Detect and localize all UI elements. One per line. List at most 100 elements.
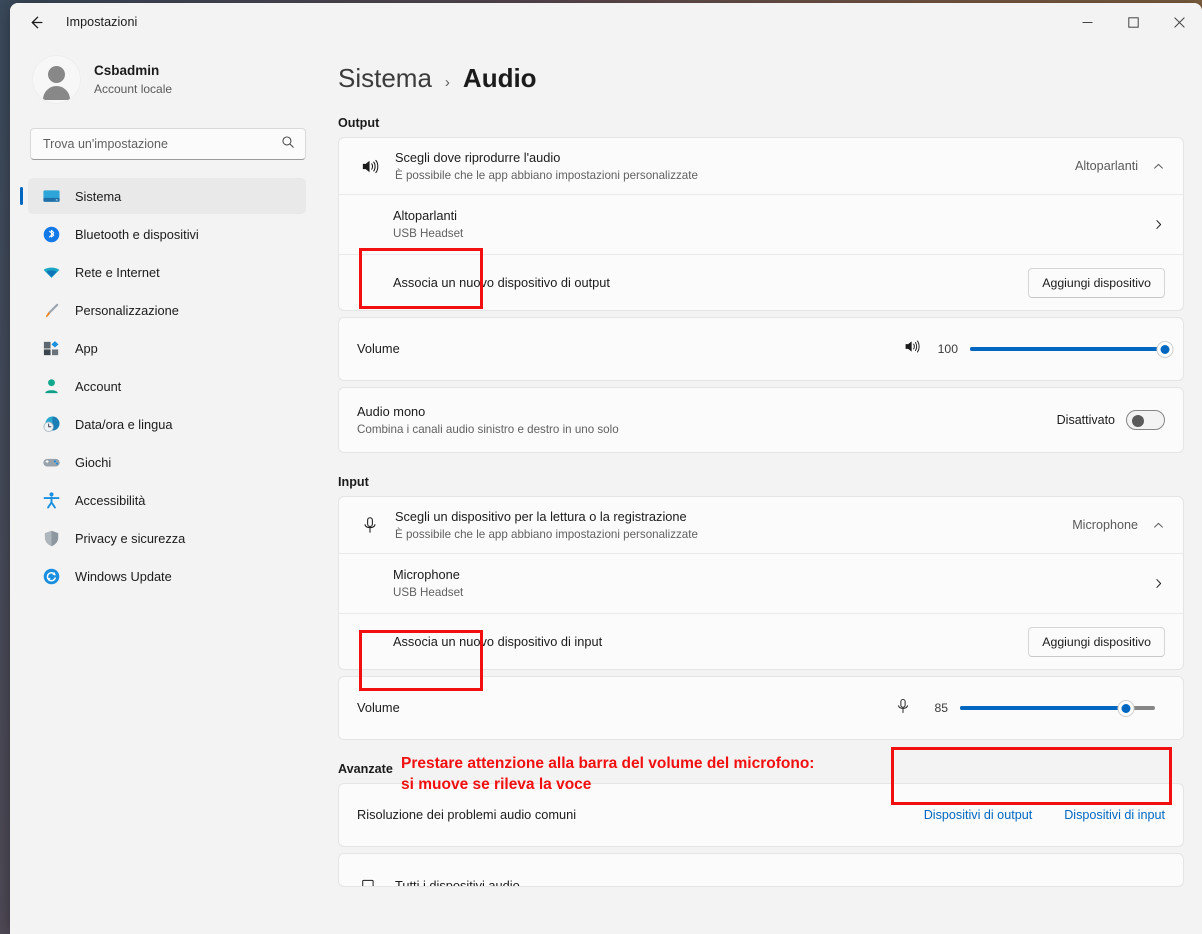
input-device-card: Scegli un dispositivo per la lettura o l…	[338, 496, 1184, 670]
wifi-icon	[42, 263, 61, 282]
sidebar-item-label: Accessibilità	[75, 492, 146, 508]
sidebar-item-label: Bluetooth e dispositivi	[75, 226, 199, 242]
output-volume-title: Volume	[357, 341, 400, 357]
section-label-output: Output	[338, 116, 380, 130]
sidebar-item-label: Windows Update	[75, 568, 172, 584]
chevron-right-icon[interactable]	[1152, 218, 1165, 231]
sidebar-item-giochi[interactable]: Giochi	[28, 444, 306, 480]
sidebar-item-account[interactable]: Account	[28, 368, 306, 404]
gamepad-icon	[42, 453, 61, 472]
chevron-right-icon[interactable]	[1152, 577, 1165, 590]
sidebar-nav: Sistema Bluetooth e dispositivi Rete e I…	[10, 178, 320, 594]
section-label-input: Input	[338, 475, 369, 489]
output-device-name: Altoparlanti	[393, 208, 458, 224]
account-name: Csbadmin	[94, 63, 160, 79]
input-volume-value: 85	[934, 701, 948, 715]
input-chooser-row[interactable]: Scegli un dispositivo per la lettura o l…	[339, 497, 1183, 553]
clock-globe-icon	[42, 415, 61, 434]
input-volume-slider[interactable]	[960, 699, 1155, 717]
input-chooser-title: Scegli un dispositivo per la lettura o l…	[395, 508, 687, 524]
microphone-icon	[357, 515, 383, 535]
troubleshoot-title: Risoluzione dei problemi audio comuni	[357, 807, 577, 823]
add-input-device-button[interactable]: Aggiungi dispositivo	[1028, 626, 1165, 657]
back-button[interactable]	[18, 5, 52, 39]
sidebar-item-label: Sistema	[75, 188, 122, 204]
sidebar-item-label: App	[75, 340, 98, 356]
troubleshoot-output-link[interactable]: Dispositivi di output	[924, 808, 1033, 822]
sidebar-item-label: Account	[75, 378, 122, 394]
sidebar-item-accessibilita[interactable]: Accessibilità	[28, 482, 306, 518]
input-device-row[interactable]: Microphone USB Headset	[339, 553, 1183, 613]
output-device-row[interactable]: Altoparlanti USB Headset	[339, 194, 1183, 254]
all-audio-devices-title: Tutti i dispositivi audio	[395, 878, 520, 887]
sidebar-item-personalizzazione[interactable]: Personalizzazione	[28, 292, 306, 328]
input-volume-row: Volume 85	[339, 677, 1183, 739]
breadcrumb-root[interactable]: Sistema	[338, 63, 432, 94]
close-button[interactable]	[1156, 3, 1202, 41]
speaker-icon[interactable]	[903, 337, 922, 361]
maximize-button[interactable]	[1110, 3, 1156, 41]
all-audio-devices-card[interactable]: Tutti i dispositivi audio	[338, 853, 1184, 887]
devices-icon	[357, 876, 383, 886]
mono-audio-toggle[interactable]	[1126, 410, 1165, 430]
page-title: Audio	[462, 63, 537, 93]
output-chooser-value: Altoparlanti	[1074, 159, 1138, 173]
mono-audio-subtitle: Combina i canali audio sinistro e destro…	[357, 422, 619, 436]
output-chooser-row[interactable]: Scegli dove riprodurre l'audio È possibi…	[339, 138, 1183, 194]
mono-audio-title: Audio mono	[357, 403, 426, 419]
troubleshoot-row: Risoluzione dei problemi audio comuni Di…	[339, 784, 1183, 846]
add-output-device-button[interactable]: Aggiungi dispositivo	[1028, 267, 1165, 298]
search-box[interactable]	[30, 128, 306, 160]
sidebar-item-data-ora[interactable]: Data/ora e lingua	[28, 406, 306, 442]
input-pair-title: Associa un nuovo dispositivo di input	[393, 633, 603, 649]
output-volume-row: Volume 100	[339, 318, 1183, 380]
content-pane: Sistema › Audio Output Scegli dove ripro…	[320, 41, 1202, 934]
output-chooser-subtitle: È possibile che le app abbiano impostazi…	[395, 168, 698, 182]
monitor-icon	[42, 187, 61, 206]
microphone-icon[interactable]	[894, 697, 912, 720]
breadcrumb: Sistema › Audio	[338, 41, 1202, 94]
sidebar-item-rete[interactable]: Rete e Internet	[28, 254, 306, 290]
window-controls	[1064, 3, 1202, 41]
all-audio-devices-row[interactable]: Tutti i dispositivi audio	[339, 854, 1183, 887]
output-volume-control[interactable]: 100	[903, 337, 1174, 361]
account-summary[interactable]: Csbadmin Account locale	[10, 41, 320, 118]
search-icon	[281, 135, 295, 154]
shield-icon	[42, 529, 61, 548]
update-icon	[42, 567, 61, 586]
sidebar-item-app[interactable]: App	[28, 330, 306, 366]
output-device-card: Scegli dove riprodurre l'audio È possibi…	[338, 137, 1184, 311]
sidebar-item-windows-update[interactable]: Windows Update	[28, 558, 306, 594]
input-device-name: Microphone	[393, 567, 460, 583]
chevron-up-icon[interactable]	[1152, 519, 1165, 532]
output-chooser-title: Scegli dove riprodurre l'audio	[395, 149, 561, 165]
input-volume-control[interactable]: 85	[894, 697, 1165, 720]
output-volume-slider[interactable]	[970, 340, 1174, 358]
chevron-up-icon[interactable]	[1152, 160, 1165, 173]
title-bar: Impostazioni	[10, 3, 1202, 41]
input-volume-card: Volume 85	[338, 676, 1184, 740]
sidebar-item-bluetooth[interactable]: Bluetooth e dispositivi	[28, 216, 306, 252]
bluetooth-icon	[42, 225, 61, 244]
troubleshoot-input-link[interactable]: Dispositivi di input	[1064, 808, 1165, 822]
sidebar-item-label: Giochi	[75, 454, 112, 470]
input-volume-title: Volume	[357, 700, 400, 716]
output-device-subtitle: USB Headset	[393, 227, 464, 241]
search-input[interactable]	[43, 137, 281, 151]
sidebar: Csbadmin Account locale Trova un'imposta…	[10, 41, 320, 934]
sidebar-item-sistema[interactable]: Sistema	[20, 178, 306, 214]
accessibility-icon	[42, 491, 61, 510]
account-subtitle: Account locale	[94, 81, 173, 96]
input-device-subtitle: USB Headset	[393, 586, 464, 600]
input-chooser-value: Microphone	[1072, 518, 1138, 532]
apps-icon	[42, 339, 61, 358]
minimize-button[interactable]	[1064, 3, 1110, 41]
troubleshoot-card: Risoluzione dei problemi audio comuni Di…	[338, 783, 1184, 847]
output-volume-value: 100	[937, 342, 958, 356]
sidebar-item-label: Data/ora e lingua	[75, 416, 173, 432]
breadcrumb-separator: ›	[444, 74, 450, 91]
sidebar-item-privacy[interactable]: Privacy e sicurezza	[28, 520, 306, 556]
window-title: Impostazioni	[66, 15, 138, 29]
sidebar-item-label: Rete e Internet	[75, 264, 160, 280]
output-pair-row: Associa un nuovo dispositivo di output A…	[339, 254, 1183, 310]
